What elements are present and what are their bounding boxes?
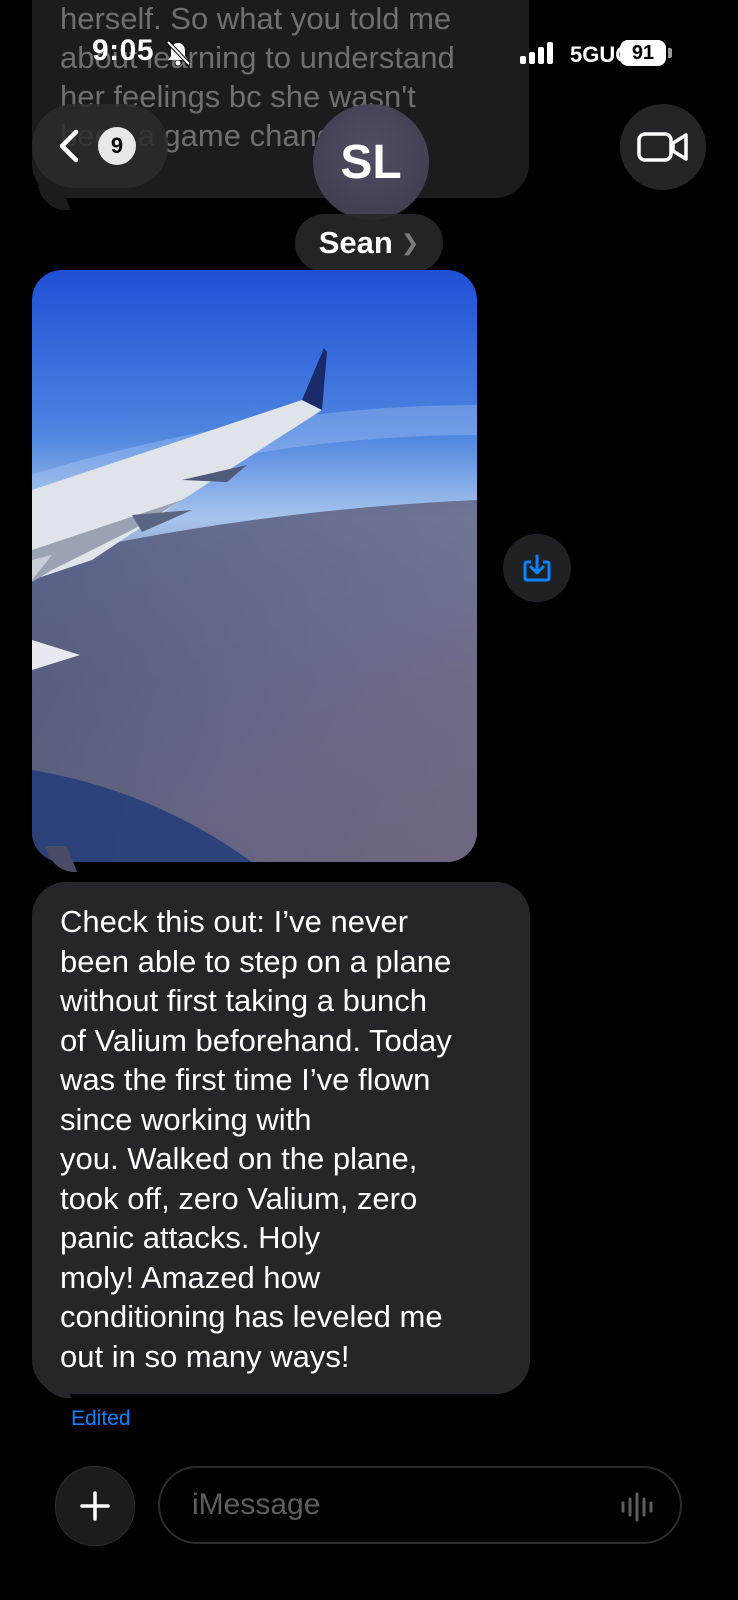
signal-icon bbox=[520, 42, 556, 64]
bell-slash-icon bbox=[166, 40, 191, 66]
avatar[interactable]: SL bbox=[313, 104, 429, 220]
incoming-message-bubble[interactable]: Check this out: I’ve never been able to … bbox=[32, 882, 530, 1394]
plus-icon bbox=[80, 1491, 110, 1521]
waveform-icon[interactable] bbox=[620, 1492, 658, 1522]
video-camera-icon bbox=[637, 132, 688, 162]
contact-name: Sean bbox=[318, 225, 393, 260]
chevron-left-icon bbox=[59, 129, 79, 163]
chevron-right-icon: ❯ bbox=[400, 230, 420, 255]
save-download-icon bbox=[523, 554, 551, 582]
facetime-video-button[interactable] bbox=[620, 104, 706, 190]
message-text: Check this out: I’ve never been able to … bbox=[60, 904, 452, 1374]
edited-label[interactable]: Edited bbox=[71, 1407, 131, 1431]
back-button[interactable]: 9 bbox=[32, 104, 168, 188]
airplane-wing-photo bbox=[32, 270, 477, 862]
message-composer[interactable] bbox=[158, 1466, 682, 1544]
contact-name-button[interactable]: Sean ❯ bbox=[295, 214, 443, 272]
unread-count-badge: 9 bbox=[98, 127, 136, 165]
save-to-photos-button[interactable] bbox=[503, 534, 571, 602]
add-attachment-button[interactable] bbox=[55, 1466, 135, 1546]
photo-attachment[interactable] bbox=[32, 270, 477, 862]
battery-icon: 91 bbox=[620, 40, 666, 66]
battery-nub bbox=[668, 48, 672, 58]
imessage-input[interactable] bbox=[190, 1487, 594, 1523]
status-time: 9:05 bbox=[92, 34, 155, 67]
